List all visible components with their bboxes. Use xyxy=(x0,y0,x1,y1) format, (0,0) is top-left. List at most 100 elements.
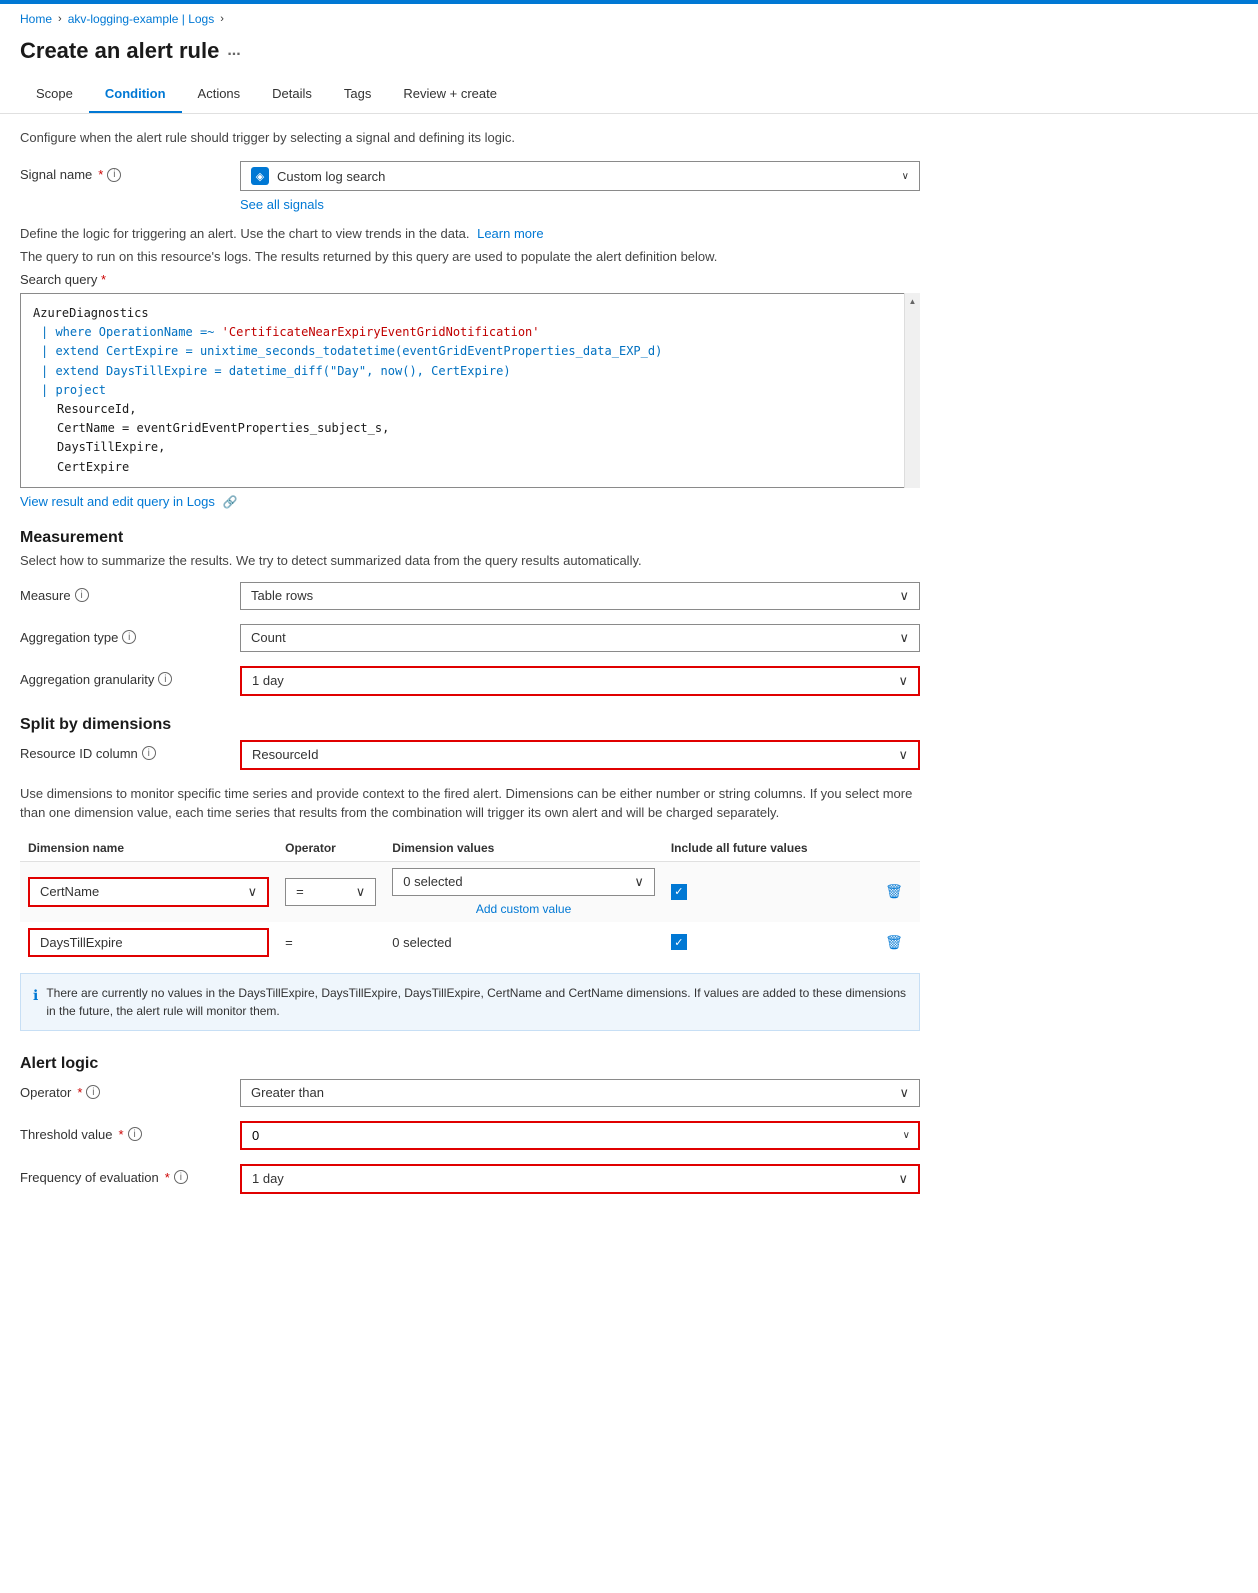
measure-label: Measure i xyxy=(20,582,240,603)
tab-review-create[interactable]: Review + create xyxy=(387,76,513,113)
add-custom-value-link[interactable]: Add custom value xyxy=(392,900,655,916)
signal-name-label: Signal name * i xyxy=(20,161,240,182)
certname-values-dropdown[interactable]: 0 selected ∨ xyxy=(392,868,655,896)
certname-dropdown[interactable]: CertName ∨ xyxy=(28,877,269,907)
dim-delete-certname: 🗑 xyxy=(877,861,920,922)
signal-info-icon[interactable]: i xyxy=(107,168,121,182)
query-line-2: | where OperationName =~ 'CertificateNea… xyxy=(33,323,907,342)
dim-future-certname xyxy=(663,861,877,922)
query-line-5: | project xyxy=(33,381,907,400)
learn-more-link[interactable]: Learn more xyxy=(477,226,543,241)
dimensions-desc: Use dimensions to monitor specific time … xyxy=(20,784,920,823)
dim-col-future: Include all future values xyxy=(663,835,877,862)
breadcrumb-logs[interactable]: akv-logging-example | Logs xyxy=(68,12,215,26)
certname-delete-icon[interactable]: 🗑 xyxy=(885,883,903,899)
signal-name-value: Custom log search ∨ See all signals xyxy=(240,161,920,212)
threshold-input[interactable] xyxy=(242,1123,895,1148)
agg-gran-chevron: ∨ xyxy=(898,673,908,689)
certname-include-future-checkbox[interactable] xyxy=(671,884,687,900)
signal-required: * xyxy=(98,167,103,182)
breadcrumb-home[interactable]: Home xyxy=(20,12,52,26)
signal-select-text: Custom log search xyxy=(277,169,902,184)
daystillexpire-delete-icon[interactable]: 🗑 xyxy=(885,934,903,950)
frequency-dropdown[interactable]: 1 day ∨ xyxy=(240,1164,920,1194)
signal-chevron-icon: ∨ xyxy=(902,171,909,182)
dimensions-table-body: CertName ∨ = ∨ 0 selected xyxy=(20,861,920,963)
agg-gran-dropdown[interactable]: 1 day ∨ xyxy=(240,666,920,696)
dim-future-daystillexpire xyxy=(663,922,877,963)
resource-id-dropdown[interactable]: ResourceId ∨ xyxy=(240,740,920,770)
resource-id-value: ResourceId ∨ xyxy=(240,740,920,770)
agg-type-info-icon[interactable]: i xyxy=(122,630,136,644)
query-line-1: AzureDiagnostics xyxy=(33,304,907,323)
info-box-text: There are currently no values in the Day… xyxy=(46,984,907,1020)
agg-gran-label: Aggregation granularity i xyxy=(20,666,240,687)
threshold-row: Threshold value * i ∨ xyxy=(20,1121,920,1150)
dim-name-certname: CertName ∨ xyxy=(20,861,277,922)
condition-desc: Configure when the alert rule should tri… xyxy=(20,130,920,145)
query-line-9: CertExpire xyxy=(33,458,907,477)
dim-operator-certname: = ∨ xyxy=(277,861,384,922)
tab-condition[interactable]: Condition xyxy=(89,76,182,113)
agg-type-row: Aggregation type i Count ∨ xyxy=(20,624,920,652)
search-query-box[interactable]: AzureDiagnostics | where OperationName =… xyxy=(20,293,920,488)
alert-logic-heading: Alert logic xyxy=(20,1055,920,1073)
signal-select-dropdown[interactable]: Custom log search ∨ xyxy=(240,161,920,191)
threshold-info-icon[interactable]: i xyxy=(128,1127,142,1141)
view-result-link[interactable]: View result and edit query in Logs 🔗 xyxy=(20,494,237,509)
main-content: Configure when the alert rule should tri… xyxy=(0,114,940,1224)
operator-info-icon[interactable]: i xyxy=(86,1085,100,1099)
daystillexpire-include-future-checkbox[interactable] xyxy=(671,934,687,950)
operator-row: Operator * i Greater than ∨ xyxy=(20,1079,920,1107)
agg-gran-value: 1 day ∨ xyxy=(240,666,920,696)
frequency-required: * xyxy=(165,1170,170,1185)
tab-tags[interactable]: Tags xyxy=(328,76,387,113)
threshold-required: * xyxy=(119,1127,124,1142)
agg-type-chevron: ∨ xyxy=(899,630,909,646)
dim-col-delete xyxy=(877,835,920,862)
query-line-3: | extend CertExpire = unixtime_seconds_t… xyxy=(33,342,907,361)
query-line-7: CertName = eventGridEventProperties_subj… xyxy=(33,419,907,438)
daystillexpire-input[interactable]: DaysTillExpire xyxy=(28,928,269,957)
measure-info-icon[interactable]: i xyxy=(75,588,89,602)
threshold-label: Threshold value * i xyxy=(20,1121,240,1142)
operator-dropdown[interactable]: Greater than ∨ xyxy=(240,1079,920,1107)
page-title: Create an alert rule xyxy=(20,38,219,64)
certname-operator-dropdown[interactable]: = ∨ xyxy=(285,878,376,906)
breadcrumb-sep2: › xyxy=(220,13,224,25)
frequency-info-icon[interactable]: i xyxy=(174,1170,188,1184)
agg-type-dropdown[interactable]: Count ∨ xyxy=(240,624,920,652)
certname-op-chevron-icon: ∨ xyxy=(356,884,366,900)
dimensions-table-header: Dimension name Operator Dimension values… xyxy=(20,835,920,862)
query-box-wrap: AzureDiagnostics | where OperationName =… xyxy=(20,293,920,488)
dim-values-daystillexpire: 0 selected xyxy=(384,922,663,963)
dim-name-daystillexpire: DaysTillExpire xyxy=(20,922,277,963)
see-all-signals-link[interactable]: See all signals xyxy=(240,197,324,212)
tab-scope[interactable]: Scope xyxy=(20,76,89,113)
dim-col-values: Dimension values xyxy=(384,835,663,862)
search-query-label: Search query * xyxy=(20,272,920,287)
logs-icon: 🔗 xyxy=(223,495,238,509)
signal-name-row: Signal name * i Custom log search ∨ See … xyxy=(20,161,920,212)
agg-gran-info-icon[interactable]: i xyxy=(158,672,172,686)
dim-values-certname: 0 selected ∨ Add custom value xyxy=(384,861,663,922)
measure-dropdown[interactable]: Table rows ∨ xyxy=(240,582,920,610)
operator-required: * xyxy=(77,1085,82,1100)
measure-value: Table rows ∨ xyxy=(240,582,920,610)
frequency-row: Frequency of evaluation * i 1 day ∨ xyxy=(20,1164,920,1194)
resource-id-info-icon[interactable]: i xyxy=(142,746,156,760)
query-required: * xyxy=(101,272,106,287)
tab-details[interactable]: Details xyxy=(256,76,328,113)
page-title-wrap: Create an alert rule ... xyxy=(0,34,1258,76)
measurement-desc: Select how to summarize the results. We … xyxy=(20,553,920,568)
page-more-options[interactable]: ... xyxy=(227,42,240,60)
query-line-8: DaysTillExpire, xyxy=(33,438,907,457)
tab-actions[interactable]: Actions xyxy=(182,76,257,113)
query-line-4: | extend DaysTillExpire = datetime_diff(… xyxy=(33,362,907,381)
tabs-bar: Scope Condition Actions Details Tags Rev… xyxy=(0,76,1258,114)
frequency-chevron-icon: ∨ xyxy=(898,1171,908,1187)
dim-col-operator: Operator xyxy=(277,835,384,862)
breadcrumb-sep1: › xyxy=(58,13,62,25)
dim-col-name: Dimension name xyxy=(20,835,277,862)
query-scrollbar[interactable]: ▲ xyxy=(904,293,920,488)
